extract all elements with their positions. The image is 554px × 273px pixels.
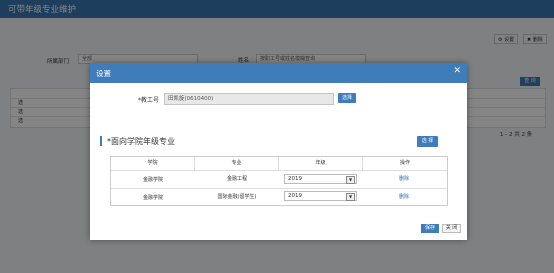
col-college: 学院: [111, 157, 195, 170]
dialog-header: 设置 ✕: [90, 63, 467, 83]
employee-label: *教工号: [138, 97, 160, 104]
chevron-down-icon[interactable]: ▼: [346, 176, 355, 184]
close-button[interactable]: 关 闭: [442, 224, 461, 233]
dialog-title: 设置: [96, 69, 111, 78]
col-major: 专业: [195, 157, 279, 170]
col-operation: 操作: [399, 160, 410, 166]
college-cell: 金融学院: [142, 195, 163, 201]
employee-field[interactable]: 田凯旋(0610400): [164, 93, 334, 105]
settings-dialog: 设置 ✕ *教工号 田凯旋(0610400) 选择 *面向学院年级专业 选 择 …: [90, 63, 467, 240]
choose-major-button[interactable]: 选 择: [417, 136, 438, 147]
section-title: *面向学院年级专业: [107, 137, 175, 146]
delete-link[interactable]: 删除: [399, 175, 409, 182]
delete-link[interactable]: 删除: [399, 193, 409, 200]
save-button[interactable]: 保存: [421, 224, 439, 233]
col-grade: 年级: [279, 157, 363, 170]
grade-select[interactable]: 2019 ▼: [284, 191, 357, 201]
chevron-down-icon[interactable]: ▼: [346, 193, 355, 201]
college-cell: 金融学院: [142, 177, 163, 183]
section-marker: [100, 136, 102, 146]
choose-employee-button[interactable]: 选择: [338, 93, 356, 103]
major-cell: 国际金融(留学生): [217, 194, 257, 200]
grade-select[interactable]: 2019 ▼: [284, 174, 357, 184]
close-icon[interactable]: ✕: [453, 66, 461, 76]
major-table: 学院 专业 年级 操作 金融学院 金融工程 2019 ▼ 删除 金融学院 国际金融…: [110, 156, 448, 206]
major-cell: 金融工程: [226, 176, 247, 182]
